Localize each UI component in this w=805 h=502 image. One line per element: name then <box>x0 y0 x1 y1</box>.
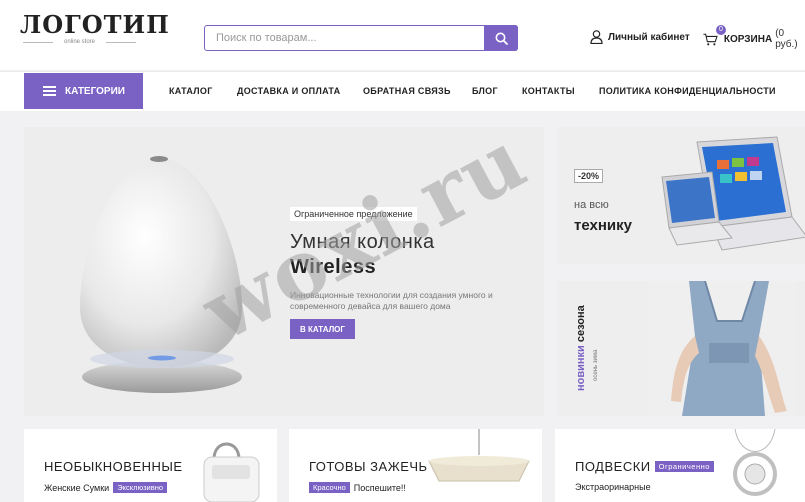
card-subtitle-text: Поспешите!! <box>353 482 406 493</box>
hero-badge: Ограниченное предложение <box>290 207 417 221</box>
main-nav: КАТЕГОРИИ КАТАЛОГ ДОСТАВКА И ОПЛАТА ОБРА… <box>0 71 805 111</box>
card-tag: Эксклюзивно <box>113 482 168 493</box>
hero-description: Инновационные технологии для создания ум… <box>290 290 493 311</box>
season-title-accent: новинки <box>575 345 587 391</box>
hero-title: Умная колонка <box>290 231 435 253</box>
hero-catalog-button[interactable]: В КАТАЛОГ <box>290 319 355 339</box>
tech-promo-subtitle: на всю <box>574 199 609 211</box>
card-subtitle-text: Женские Сумки <box>44 482 110 493</box>
categories-button[interactable]: КАТЕГОРИИ <box>24 73 143 109</box>
tech-promo-banner[interactable]: -20% на всю технику <box>557 127 805 264</box>
search-button[interactable] <box>484 25 518 51</box>
promo-card-lamps[interactable]: ГОТОВЫ ЗАЖЕЧЬ Красочно Поспешите!! <box>289 429 542 502</box>
laptops-image <box>661 136 805 251</box>
search-input[interactable] <box>205 26 485 50</box>
hero-banner[interactable]: Ограниченное предложение Умная колонка W… <box>24 127 544 416</box>
card-subtitle: Женские Сумки Эксклюзивно <box>44 482 168 493</box>
promo-card-pendants[interactable]: ПОДВЕСКИ Ограниченно Экстраоринарные <box>555 429 805 502</box>
card-subtitle-text: Экстраоринарные <box>575 482 651 492</box>
account-link[interactable]: Личный кабинет <box>590 30 690 44</box>
user-icon <box>590 30 603 44</box>
lamp-image <box>428 429 530 482</box>
nav-link-catalog[interactable]: КАТАЛОГ <box>169 86 213 96</box>
cart-total: (0 руб.) <box>775 28 798 50</box>
speaker-image <box>80 156 242 393</box>
card-title: ПОДВЕСКИ Ограниченно <box>575 459 714 474</box>
promo-card-bags[interactable]: НЕОБЫКНОВЕННЫЕ Женские Сумки Эксклюзивно <box>24 429 277 502</box>
logo-text: ЛОГОТИП <box>20 10 170 39</box>
account-label: Личный кабинет <box>608 31 690 43</box>
cart-link[interactable]: 0 КОРЗИНА (0 руб.) <box>703 25 805 50</box>
cart-label: КОРЗИНА <box>723 33 773 45</box>
nav-link-contacts[interactable]: КОНТАКТЫ <box>522 86 575 96</box>
discount-badge: -20% <box>574 169 604 183</box>
season-title: новинки сезона <box>575 305 587 391</box>
nav-link-delivery[interactable]: ДОСТАВКА И ОПЛАТА <box>237 86 340 96</box>
search-bar <box>204 25 518 51</box>
card-title: НЕОБЫКНОВЕННЫЕ <box>44 459 183 474</box>
bag-image <box>203 442 260 502</box>
logo-subtitle: online store <box>22 39 137 45</box>
nav-link-feedback[interactable]: ОБРАТНАЯ СВЯЗЬ <box>363 86 451 96</box>
nav-link-blog[interactable]: БЛОГ <box>472 86 498 96</box>
season-title-rest: сезона <box>575 305 587 346</box>
hero-title-product: Wireless <box>290 256 377 278</box>
tech-promo-title: технику <box>574 217 632 234</box>
categories-label: КАТЕГОРИИ <box>65 85 125 97</box>
season-subtitle: осень зима <box>593 349 599 381</box>
menu-icon <box>43 86 56 96</box>
card-subtitle: Экстраоринарные <box>575 482 651 492</box>
card-title-text: ПОДВЕСКИ <box>575 459 651 474</box>
search-icon <box>495 32 508 45</box>
pendant-image <box>733 429 777 496</box>
model-image <box>647 281 797 416</box>
card-tag: Красочно <box>309 482 350 493</box>
logo[interactable]: ЛОГОТИП online store <box>20 10 170 46</box>
card-tag: Ограниченно <box>654 461 714 472</box>
season-promo-banner[interactable]: новинки сезона осень зима <box>557 281 805 416</box>
card-title: ГОТОВЫ ЗАЖЕЧЬ <box>309 459 428 474</box>
nav-link-privacy[interactable]: ПОЛИТИКА КОНФИДЕНЦИАЛЬНОСТИ <box>599 86 776 96</box>
cart-count-badge: 0 <box>716 25 726 35</box>
site-header: ЛОГОТИП online store Личный кабинет 0 КО… <box>0 0 805 70</box>
cart-icon <box>703 33 718 45</box>
card-subtitle: Красочно Поспешите!! <box>309 482 406 493</box>
